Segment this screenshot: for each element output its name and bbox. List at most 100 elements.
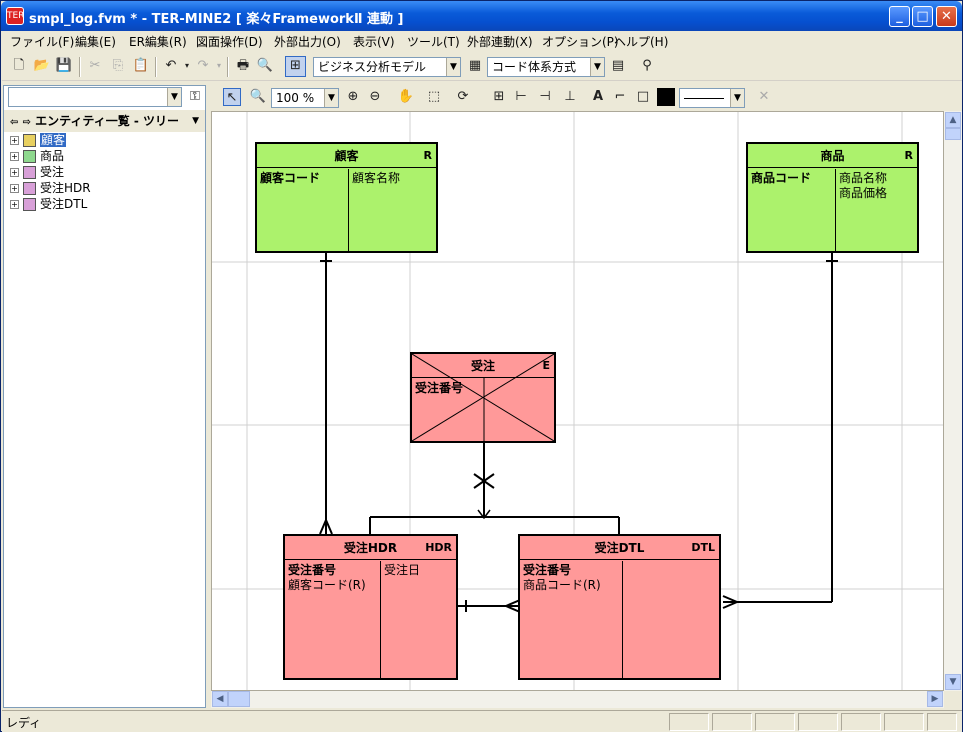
forward-arrow-icon[interactable]: ⇨ — [23, 117, 31, 128]
chevron-down-icon[interactable]: ▼ — [446, 58, 460, 76]
print-icon[interactable]: 🖶 — [234, 57, 252, 75]
add-entity-icon[interactable]: ⊞ — [490, 88, 508, 106]
code-system-icon[interactable]: ▦ — [466, 57, 484, 75]
scroll-thumb[interactable] — [228, 691, 250, 707]
entity-name: 商品 — [748, 144, 917, 168]
model-toggle-icon[interactable]: ⊞ — [285, 56, 306, 77]
menu-view[interactable]: 表示(V) — [353, 33, 395, 50]
model-select[interactable]: ビジネス分析モデル ▼ — [313, 57, 461, 77]
panel-menu-icon[interactable]: ▼ — [192, 110, 199, 132]
tree-item-customer[interactable]: + 顧客 — [10, 132, 67, 148]
open-folder-icon[interactable]: 📂 — [33, 57, 51, 75]
entity-attr: 商品名称 商品価格 — [836, 169, 890, 251]
new-file-icon[interactable]: 🗋 — [10, 57, 28, 75]
tree-item-product[interactable]: + 商品 — [10, 148, 64, 164]
entity-key: 商品コード — [748, 169, 836, 251]
relation-many-icon[interactable]: ⊣ — [536, 88, 554, 106]
entity-icon — [23, 150, 36, 163]
scroll-thumb[interactable] — [945, 128, 961, 140]
status-panel — [755, 713, 795, 731]
chevron-down-icon[interactable]: ▼ — [167, 88, 181, 106]
chevron-down-icon[interactable]: ▼ — [324, 89, 338, 107]
paste-icon[interactable]: 📋 — [132, 57, 150, 75]
maximize-button[interactable]: □ — [912, 6, 933, 27]
entity-order-hdr[interactable]: 受注HDR HDR 受注番号 顧客コード(R) 受注日 — [283, 534, 458, 680]
chevron-down-icon[interactable]: ▼ — [730, 89, 744, 107]
entity-tag: HDR — [425, 541, 452, 554]
line-tool-icon[interactable]: ⌐ — [611, 88, 629, 106]
tree-item-label: 受注DTL — [40, 197, 88, 211]
zoom-in-icon[interactable]: ⊕ — [344, 88, 362, 106]
find-entity-icon[interactable]: ⚿ — [186, 88, 204, 106]
scroll-right-icon[interactable]: ▶ — [927, 691, 943, 707]
tree-item-order-dtl[interactable]: + 受注DTL — [10, 196, 87, 212]
entity-key: 受注番号 — [523, 563, 572, 577]
menu-export[interactable]: 外部出力(O) — [274, 33, 341, 50]
redo-dropdown-icon[interactable]: ▾ — [210, 57, 228, 75]
save-icon[interactable]: 💾 — [55, 57, 73, 75]
app-icon[interactable]: TER — [6, 7, 24, 25]
menu-bar: ファイル(F) 編集(E) ER編集(R) 図面操作(D) 外部出力(O) 表示… — [2, 31, 962, 51]
hand-icon[interactable]: ✋ — [397, 88, 415, 106]
color-swatch[interactable] — [657, 88, 675, 106]
menu-edit[interactable]: 編集(E) — [75, 33, 116, 50]
menu-help[interactable]: ヘルプ(H) — [614, 33, 668, 50]
main-toolbar: 🗋 📂 💾 ✂ ⎘ 📋 ↶ ▾ ↷ ▾ 🖶 🔍 ⊞ ビジネス分析モデル ▼ ▦ … — [2, 53, 962, 81]
scroll-left-icon[interactable]: ◀ — [212, 691, 228, 707]
expand-icon[interactable]: + — [10, 200, 19, 209]
chevron-down-icon[interactable]: ▼ — [590, 58, 604, 76]
toolbar-separator — [155, 57, 157, 77]
expand-icon[interactable]: + — [10, 184, 19, 193]
print-preview-icon[interactable]: 🔍 — [256, 57, 274, 75]
diagram-canvas[interactable]: 顧客 R 顧客コード 顧客名称 商品 R 商品コード 商品名称 商品価格 受注 … — [211, 111, 944, 691]
menu-diagram[interactable]: 図面操作(D) — [196, 33, 263, 50]
entity-order[interactable]: 受注 E 受注番号 — [410, 352, 556, 443]
drawing-toolbar: ↖ 🔍 100 % ▼ ⊕ ⊖ ✋ ⬚ ⟳ ⊞ ⊢ ⊣ ⊥ A ⌐ □ ▼ ✕ — [211, 85, 962, 111]
entity-search-combo[interactable]: ▼ — [8, 87, 182, 107]
binoculars-icon[interactable]: ⚲ — [638, 57, 656, 75]
menu-tools[interactable]: ツール(T) — [407, 33, 460, 50]
relation-subtype-icon[interactable]: ⊥ — [561, 88, 579, 106]
menu-er-edit[interactable]: ER編集(R) — [129, 33, 187, 50]
zoom-value: 100 % — [276, 91, 315, 105]
horizontal-scrollbar[interactable]: ◀ ▶ — [211, 691, 944, 708]
expand-icon[interactable]: + — [10, 152, 19, 161]
line-style-select[interactable]: ▼ — [679, 88, 745, 108]
back-arrow-icon[interactable]: ⇦ — [10, 117, 18, 128]
close-button[interactable]: ✕ — [936, 6, 957, 27]
fit-page-icon[interactable]: ⬚ — [425, 88, 443, 106]
menu-file[interactable]: ファイル(F) — [10, 33, 74, 50]
table-icon[interactable]: ▤ — [609, 57, 627, 75]
minimize-button[interactable]: _ — [889, 6, 910, 27]
entity-product[interactable]: 商品 R 商品コード 商品名称 商品価格 — [746, 142, 919, 253]
pointer-icon[interactable]: ↖ — [223, 88, 241, 106]
tree-item-label: 受注 — [40, 165, 65, 179]
tree-item-order-hdr[interactable]: + 受注HDR — [10, 180, 91, 196]
relation-one-icon[interactable]: ⊢ — [512, 88, 530, 106]
rectangle-tool-icon[interactable]: □ — [634, 88, 652, 106]
tree-item-order[interactable]: + 受注 — [10, 164, 64, 180]
resize-grip[interactable] — [927, 713, 957, 731]
scroll-up-icon[interactable]: ▲ — [945, 112, 961, 128]
copy-icon[interactable]: ⎘ — [109, 57, 127, 75]
entity-key-column: 受注番号 顧客コード(R) — [285, 561, 381, 678]
tree-item-label: 顧客 — [40, 133, 67, 147]
zoom-icon[interactable]: 🔍 — [249, 88, 267, 106]
vertical-scrollbar[interactable]: ▲ ▼ — [944, 111, 962, 691]
expand-icon[interactable]: + — [10, 136, 19, 145]
cut-icon[interactable]: ✂ — [86, 57, 104, 75]
zoom-select[interactable]: 100 % ▼ — [271, 88, 339, 108]
refresh-icon[interactable]: ⟳ — [454, 88, 472, 106]
delete-icon[interactable]: ✕ — [755, 88, 773, 106]
text-tool-icon[interactable]: A — [589, 88, 607, 106]
entity-foreign-key: 商品コード(R) — [523, 578, 601, 592]
zoom-out-icon[interactable]: ⊖ — [366, 88, 384, 106]
entity-order-dtl[interactable]: 受注DTL DTL 受注番号 商品コード(R) — [518, 534, 721, 680]
menu-options[interactable]: オプション(P) — [542, 33, 619, 50]
scroll-down-icon[interactable]: ▼ — [945, 674, 961, 690]
code-system-select[interactable]: コード体系方式 ▼ — [487, 57, 605, 77]
menu-external[interactable]: 外部連動(X) — [467, 33, 533, 50]
expand-icon[interactable]: + — [10, 168, 19, 177]
entity-tag: DTL — [691, 541, 715, 554]
entity-customer[interactable]: 顧客 R 顧客コード 顧客名称 — [255, 142, 438, 253]
